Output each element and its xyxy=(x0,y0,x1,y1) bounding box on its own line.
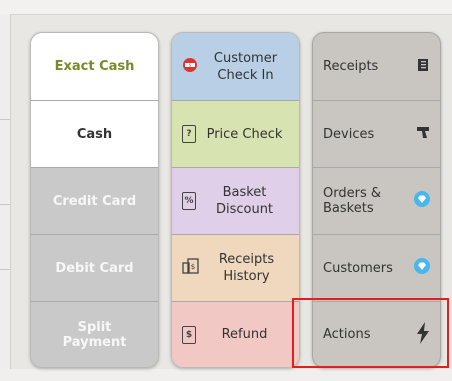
devices-label: Devices xyxy=(323,126,375,142)
svg-text:$: $ xyxy=(189,62,192,67)
price-check-button[interactable]: ? Price Check xyxy=(172,100,299,167)
exact-cash-button[interactable]: Exact Cash xyxy=(31,33,158,100)
diamond-icon xyxy=(414,191,430,211)
split-payment-button[interactable]: Split Payment xyxy=(31,301,158,367)
refund-label: Refund xyxy=(221,327,268,342)
customer-check-in-label: Customer Check In xyxy=(213,50,278,83)
basket-discount-label: Basket Discount xyxy=(215,185,274,217)
payment-column: Exact Cash Cash Credit Card Debit Card S… xyxy=(30,32,159,368)
price-tag-icon: ? xyxy=(182,125,196,143)
refund-button[interactable]: $ Refund xyxy=(172,301,299,367)
orders-baskets-button[interactable]: Orders & Baskets xyxy=(313,167,440,234)
receipts-history-button[interactable]: $ Receipts History xyxy=(172,234,299,301)
actions-column: $ Customer Check In ? Price Check % Bask… xyxy=(171,32,300,368)
split-payment-label: Split Payment xyxy=(62,319,127,350)
scanner-icon xyxy=(416,125,430,143)
discount-icon: % xyxy=(182,192,196,210)
selection-highlight xyxy=(292,298,449,368)
customers-button[interactable]: Customers xyxy=(313,234,440,301)
cash-button[interactable]: Cash xyxy=(31,100,158,167)
pos-screen: Exact Cash Cash Credit Card Debit Card S… xyxy=(0,0,452,381)
customer-check-in-button[interactable]: $ Customer Check In xyxy=(172,33,299,100)
devices-button[interactable]: Devices xyxy=(313,100,440,167)
svg-text:$: $ xyxy=(191,263,195,271)
left-panel-edge xyxy=(0,14,11,381)
receipt-icon: $ xyxy=(182,258,200,278)
book-icon xyxy=(416,58,430,76)
exact-cash-label: Exact Cash xyxy=(54,59,135,74)
bottom-bar xyxy=(0,369,452,381)
coupon-badge-icon: $ xyxy=(182,57,198,77)
credit-card-button[interactable]: Credit Card xyxy=(31,167,158,234)
price-check-label: Price Check xyxy=(206,126,283,142)
refund-icon: $ xyxy=(182,325,196,344)
diamond-icon xyxy=(414,258,430,278)
basket-discount-button[interactable]: % Basket Discount xyxy=(172,167,299,234)
receipts-history-label: Receipts History xyxy=(218,252,275,284)
credit-card-label: Credit Card xyxy=(52,193,137,209)
cash-label: Cash xyxy=(76,126,113,142)
debit-card-label: Debit Card xyxy=(55,260,134,276)
top-bar xyxy=(0,0,452,15)
orders-baskets-label: Orders & Baskets xyxy=(323,186,381,216)
receipts-label: Receipts xyxy=(323,59,379,74)
receipts-button[interactable]: Receipts xyxy=(313,33,440,100)
debit-card-button[interactable]: Debit Card xyxy=(31,234,158,301)
customers-label: Customers xyxy=(323,260,393,276)
